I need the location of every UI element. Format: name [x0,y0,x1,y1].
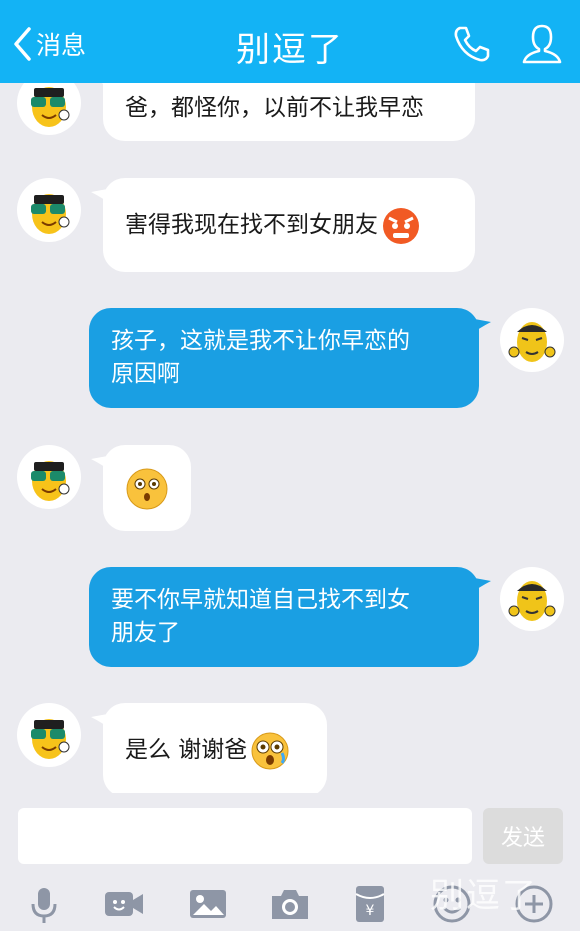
message-text: 害得我现在找不到女朋友 [125,211,378,238]
avatar-son[interactable] [17,703,81,767]
plus-icon[interactable] [512,882,556,926]
camera-icon[interactable] [268,882,312,926]
toolbar: ¥ [0,876,580,931]
message-bubble[interactable] [91,445,191,531]
top-bar: 消息 别逗了 [0,0,580,83]
user-profile-icon[interactable] [520,22,564,66]
message-text: 是么 谢谢爸 [125,736,248,763]
message-bubble[interactable]: 害得我现在找不到女朋友 [91,178,475,272]
message-text-line: 朋友了 [111,620,180,646]
avatar-son[interactable] [17,83,81,135]
message-bubble[interactable]: 是么 谢谢爸 [91,703,327,793]
message-bubble[interactable]: 爸，都怪你，以前不让我早恋 [101,83,475,141]
surprised-face-emoji [126,468,168,510]
avatar-son[interactable] [17,178,81,242]
message-text-line: 要不你早就知道自己找不到女 [111,587,410,613]
svg-text:¥: ¥ [366,903,375,919]
phone-icon[interactable] [450,22,494,66]
message-bubble[interactable]: 要不你早就知道自己找不到女 朋友了 [89,567,491,667]
shocked-face-emoji [251,732,289,770]
message-input[interactable] [18,808,472,864]
message-text-line: 原因啊 [111,361,180,387]
avatar-dad[interactable] [500,308,564,372]
angry-face-emoji [383,208,419,244]
avatar-son[interactable] [17,445,81,509]
microphone-icon[interactable] [22,882,66,926]
message-text-line: 孩子，这就是我不让你早恋的 [111,328,410,354]
message-bubble[interactable]: 孩子，这就是我不让你早恋的 原因啊 [89,308,491,408]
chat-area[interactable]: 爸，都怪你，以前不让我早恋 害得我现在找不到女朋友 孩子，这就是我不让你早恋的 … [0,83,580,793]
emoji-icon[interactable] [430,882,474,926]
red-envelope-icon[interactable]: ¥ [348,882,392,926]
video-call-icon[interactable] [102,882,146,926]
message-text: 爸，都怪你，以前不让我早恋 [125,94,424,121]
avatar-dad[interactable] [500,567,564,631]
image-icon[interactable] [186,882,230,926]
send-button[interactable]: 发送 [483,808,563,864]
